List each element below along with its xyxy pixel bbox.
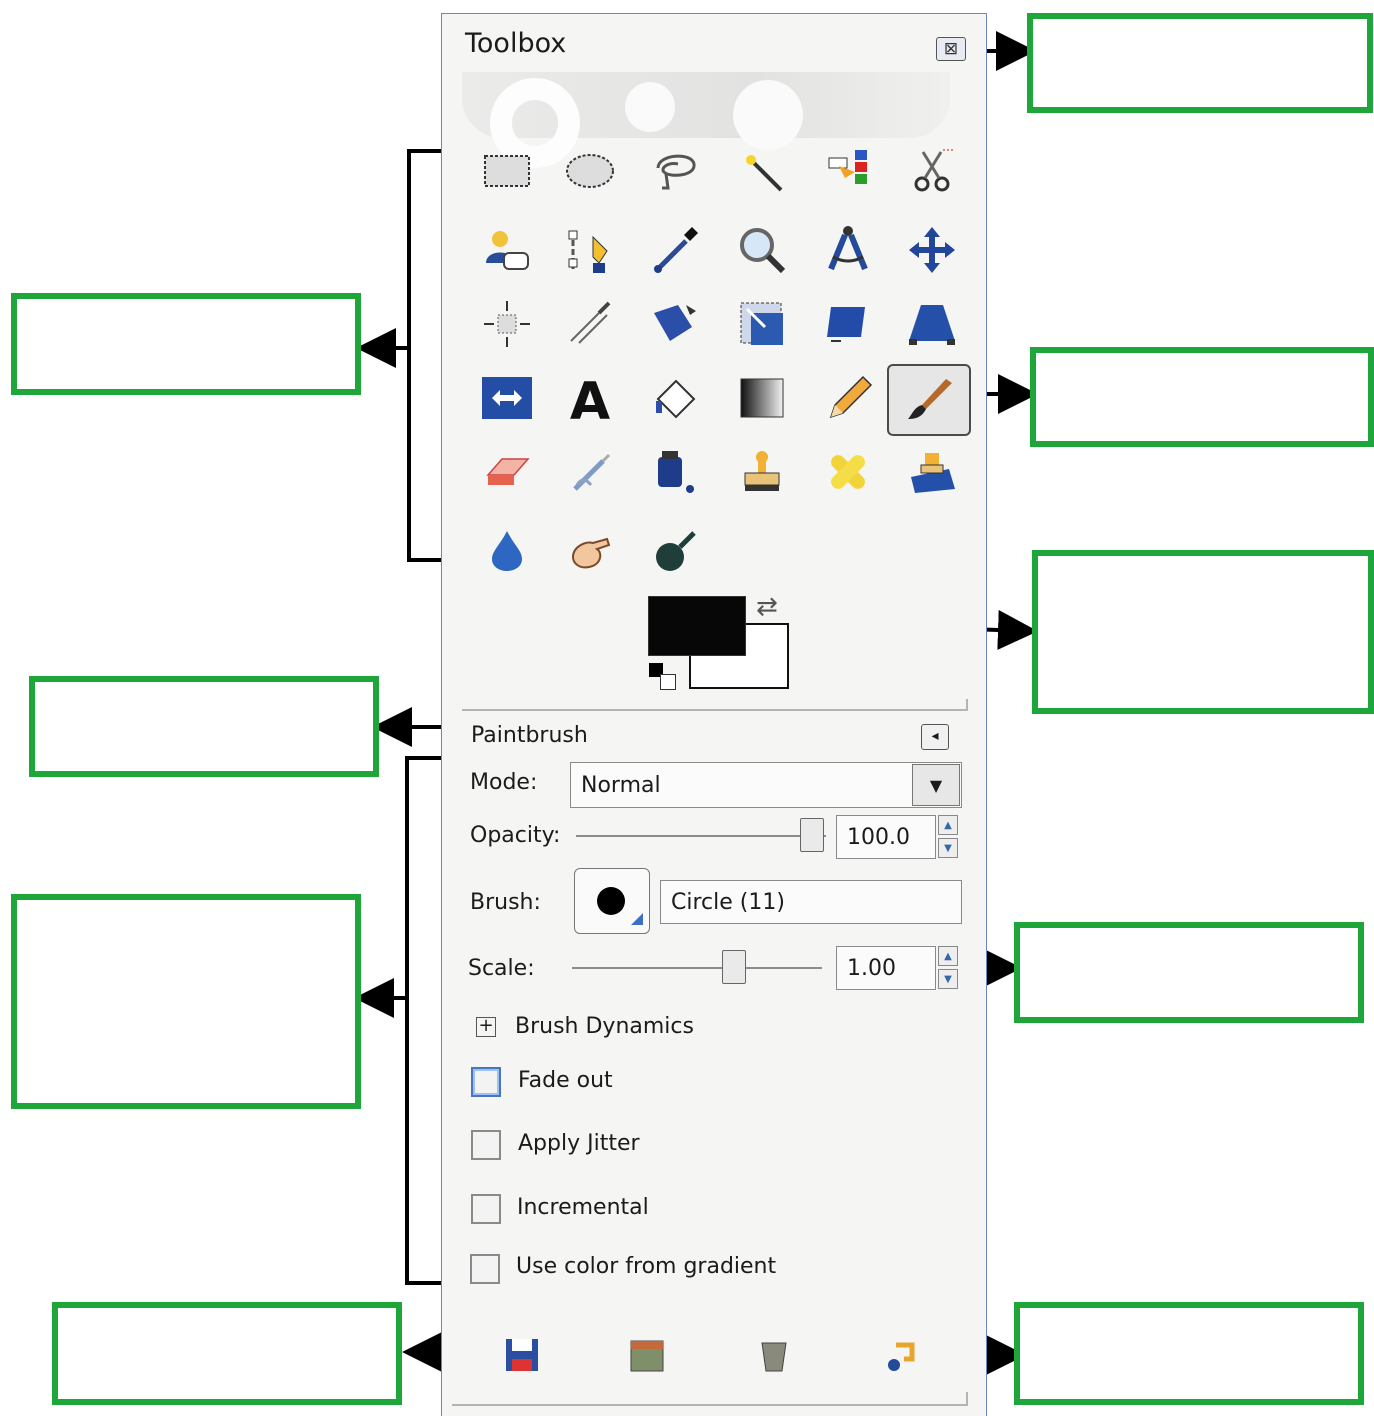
rect-select-icon[interactable] — [477, 141, 537, 201]
stamp-icon[interactable] — [732, 442, 792, 502]
magic-wand-icon[interactable] — [732, 141, 792, 201]
mode-value: Normal — [581, 772, 661, 798]
use-color-from-gradient-checkbox[interactable] — [470, 1254, 500, 1284]
separator — [462, 699, 968, 711]
ink-icon[interactable] — [645, 442, 705, 502]
water-drop-icon[interactable] — [477, 520, 537, 580]
opacity-slider-thumb[interactable] — [800, 818, 824, 852]
perspective-clone-icon[interactable] — [902, 442, 962, 502]
label-box-close — [1027, 13, 1373, 113]
opacity-spinner[interactable]: ▲ ▼ — [938, 815, 958, 858]
gradient-icon[interactable] — [732, 368, 792, 428]
brush-preview-button[interactable] — [574, 868, 650, 934]
fade-out-label: Fade out — [518, 1068, 613, 1093]
brush-name-value: Circle (11) — [671, 889, 785, 915]
scale-value: 1.00 — [847, 955, 896, 981]
text-icon[interactable]: A — [560, 368, 620, 428]
incremental-checkbox[interactable] — [471, 1194, 501, 1224]
scale-input[interactable]: 1.00 — [836, 946, 936, 990]
banner-decor — [625, 82, 675, 132]
fade-out-checkbox[interactable] — [471, 1067, 501, 1097]
brush-dynamics-label[interactable]: Brush Dynamics — [515, 1014, 694, 1039]
bottom-separator — [452, 1392, 968, 1406]
scale-label: Scale: — [468, 956, 535, 981]
svg-text:A: A — [570, 372, 610, 425]
dodge-burn-icon[interactable] — [645, 520, 705, 580]
foreground-select-icon[interactable] — [477, 220, 537, 280]
brush-name-field[interactable]: Circle (11) — [660, 880, 962, 924]
rotate-icon[interactable] — [645, 294, 705, 354]
default-colors-icon-bg — [660, 674, 676, 690]
finger-icon[interactable] — [560, 520, 620, 580]
label-box-save — [52, 1302, 402, 1405]
lasso-icon[interactable] — [645, 141, 705, 201]
incremental-label: Incremental — [517, 1195, 649, 1220]
flip-icon[interactable] — [477, 368, 537, 428]
perspective-icon[interactable] — [902, 294, 962, 354]
trash-icon[interactable] — [754, 1335, 794, 1375]
scale-spinner[interactable]: ▲ ▼ — [938, 946, 958, 989]
tool-options-title: Paintbrush — [471, 723, 588, 748]
bandage-icon[interactable] — [818, 442, 878, 502]
swap-arrows-icon[interactable]: ⇄ — [756, 592, 778, 622]
eraser-icon[interactable] — [477, 442, 537, 502]
mode-label: Mode: — [470, 770, 538, 795]
foreground-color[interactable] — [648, 596, 746, 656]
compass-icon[interactable] — [818, 220, 878, 280]
banner-decor — [733, 80, 803, 150]
opacity-slider[interactable] — [576, 835, 826, 837]
restore-icon[interactable] — [627, 1335, 667, 1375]
use-color-from-gradient-label: Use color from gradient — [516, 1254, 777, 1279]
scale-icon[interactable] — [732, 294, 792, 354]
bucket-icon[interactable] — [645, 368, 705, 428]
label-box-tool-name — [29, 676, 379, 777]
label-box-scale — [1014, 922, 1364, 1023]
apply-jitter-checkbox[interactable] — [471, 1130, 501, 1160]
label-box-reset — [1014, 1302, 1364, 1405]
floppy-disk-icon[interactable] — [502, 1335, 542, 1375]
label-box-paintbrush — [1030, 347, 1374, 447]
expand-icon[interactable]: + — [476, 1017, 496, 1037]
paintbrush-icon[interactable] — [887, 364, 971, 436]
label-box-tools — [11, 293, 361, 395]
scale-slider-thumb[interactable] — [722, 950, 746, 984]
pencil-icon[interactable] — [818, 368, 878, 428]
align-icon[interactable] — [477, 294, 537, 354]
scale-slider[interactable] — [572, 967, 822, 969]
label-box-options — [11, 894, 361, 1109]
collapse-icon[interactable]: ◂ — [921, 724, 949, 750]
opacity-label: Opacity: — [470, 823, 561, 848]
select-by-color-icon[interactable] — [818, 141, 878, 201]
close-icon[interactable]: ⊠ — [936, 37, 966, 61]
brush-label: Brush: — [470, 890, 541, 915]
paths-icon[interactable] — [560, 220, 620, 280]
scissors-icon[interactable] — [902, 141, 962, 201]
chevron-down-icon[interactable]: ▼ — [912, 764, 960, 806]
eyedropper-icon[interactable] — [645, 220, 705, 280]
shear-icon[interactable] — [818, 294, 878, 354]
window-title: Toolbox — [465, 28, 567, 59]
airbrush-icon[interactable] — [560, 442, 620, 502]
label-box-colors — [1032, 550, 1374, 714]
magnifier-icon[interactable] — [732, 220, 792, 280]
opacity-input[interactable]: 100.0 — [836, 815, 936, 859]
crop-knife-icon[interactable] — [560, 294, 620, 354]
ellipse-select-icon[interactable] — [560, 141, 620, 201]
apply-jitter-label: Apply Jitter — [518, 1131, 640, 1156]
reset-icon[interactable] — [882, 1335, 922, 1375]
move-arrows-icon[interactable] — [902, 220, 962, 280]
opacity-value: 100.0 — [847, 824, 910, 850]
mode-select[interactable]: Normal — [570, 762, 962, 808]
